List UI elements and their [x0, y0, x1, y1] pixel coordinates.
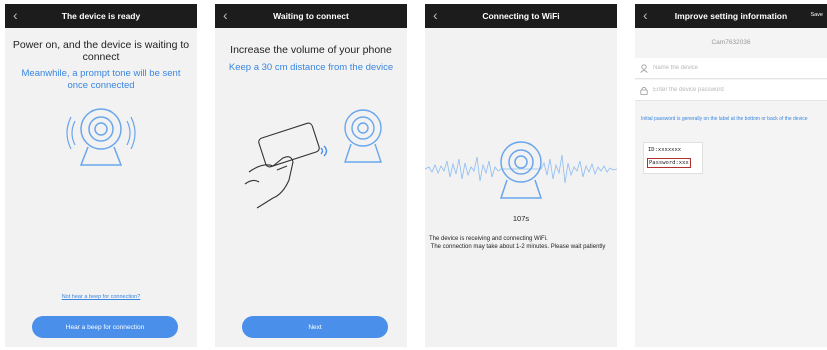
- screen-connecting-wifi: ‹ Connecting to WiFi 107s The device is …: [425, 4, 617, 347]
- top-bar: ‹ Improve setting information Save: [635, 4, 827, 28]
- back-icon[interactable]: ‹: [13, 7, 18, 23]
- page-title: The device is ready: [61, 11, 141, 21]
- screen-waiting-to-connect: ‹ Waiting to connect Increase the volume…: [215, 4, 407, 347]
- next-button[interactable]: Next: [242, 316, 388, 338]
- hear-beep-button[interactable]: Hear a beep for connection: [32, 316, 178, 338]
- status-message: The device is receiving and connecting W…: [429, 236, 613, 251]
- page-title: Waiting to connect: [273, 11, 349, 21]
- status-line-2: The connection may take about 1-2 minute…: [429, 243, 606, 250]
- page-title: Improve setting information: [674, 11, 788, 21]
- instruction-heading: Power on, and the device is waiting to c…: [12, 39, 190, 63]
- label-password: Password:xxx: [647, 158, 691, 168]
- no-beep-link[interactable]: Not hear a beep for connection?: [5, 294, 197, 300]
- status-line-1: The device is receiving and connecting W…: [429, 236, 548, 242]
- device-name-field[interactable]: [635, 58, 827, 79]
- page-title: Connecting to WiFi: [482, 11, 560, 21]
- countdown-timer: 107s: [512, 214, 530, 223]
- device-password-field[interactable]: [635, 80, 827, 101]
- instruction-heading: Increase the volume of your phone: [230, 44, 392, 56]
- device-id: Cam7632036: [711, 39, 751, 46]
- device-password-input[interactable]: [653, 87, 803, 93]
- screen-improve-settings: ‹ Improve setting information Save Cam76…: [635, 4, 827, 347]
- phone-in-hand-icon: [244, 122, 320, 209]
- sound-wave-icon: [320, 145, 328, 157]
- lock-icon: [635, 86, 653, 95]
- password-hint: Initial password is generally on the lab…: [641, 116, 808, 122]
- camera-icon: [66, 108, 136, 166]
- instruction-subheading: Keep a 30 cm distance from the device: [228, 62, 394, 73]
- top-bar: ‹ The device is ready: [5, 4, 197, 28]
- top-bar: ‹ Connecting to WiFi: [425, 4, 617, 28]
- screen-device-ready: ‹ The device is ready Power on, and the …: [5, 4, 197, 347]
- save-button[interactable]: Save: [810, 12, 823, 18]
- label-id: ID:xxxxxxx: [648, 147, 682, 153]
- camera-icon: [344, 109, 382, 163]
- instruction-subheading: Meanwhile, a prompt tone will be sent on…: [21, 68, 181, 91]
- user-icon: [635, 63, 653, 73]
- device-name-input[interactable]: [653, 65, 803, 71]
- back-icon[interactable]: ‹: [433, 7, 438, 23]
- back-icon[interactable]: ‹: [223, 7, 228, 23]
- device-label-image: ID:xxxxxxx Password:xxx: [643, 142, 703, 174]
- camera-icon: [499, 141, 543, 199]
- back-icon[interactable]: ‹: [643, 7, 648, 23]
- top-bar: ‹ Waiting to connect: [215, 4, 407, 28]
